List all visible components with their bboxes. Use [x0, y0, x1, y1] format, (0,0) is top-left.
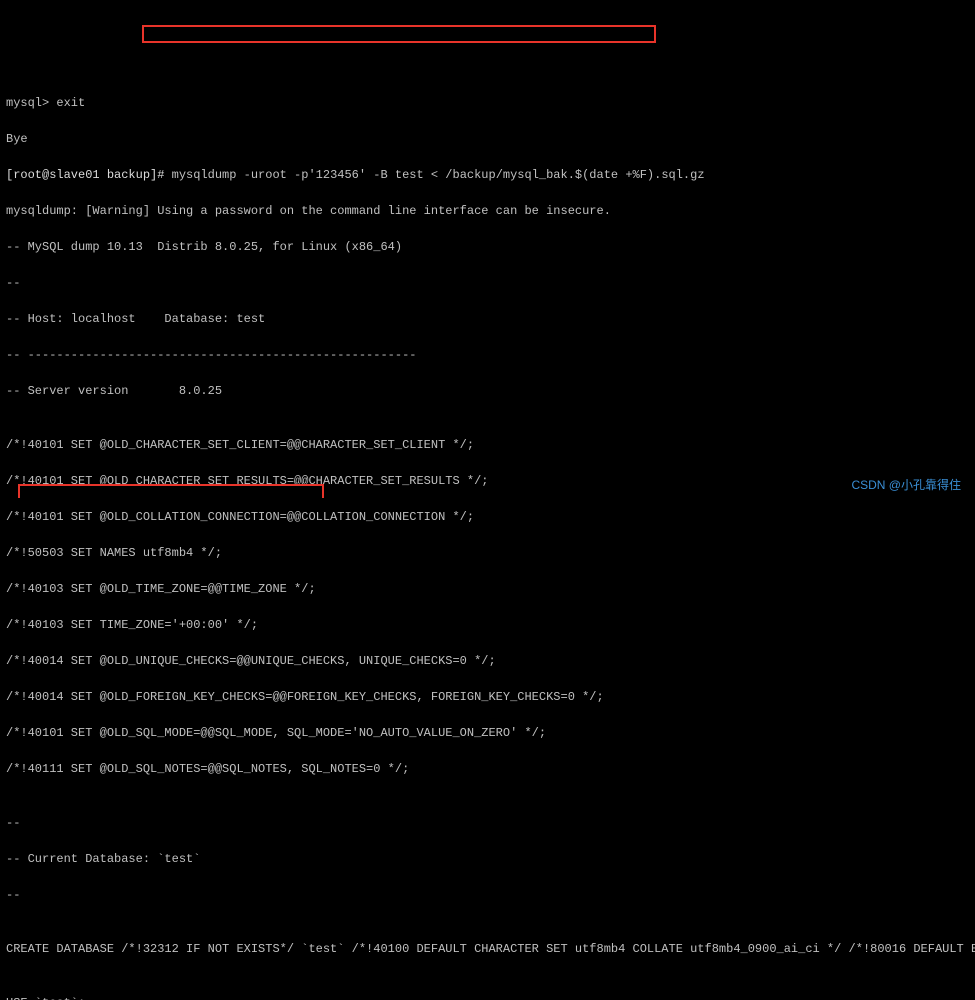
terminal-line: Bye [6, 130, 969, 148]
terminal-line: /*!40103 SET @OLD_TIME_ZONE=@@TIME_ZONE … [6, 580, 969, 598]
terminal-line: /*!40101 SET @OLD_SQL_MODE=@@SQL_MODE, S… [6, 724, 969, 742]
terminal-line: mysqldump: [Warning] Using a password on… [6, 202, 969, 220]
annotation-box-command [142, 25, 656, 43]
terminal-line: -- [6, 274, 969, 292]
terminal-line: /*!50503 SET NAMES utf8mb4 */; [6, 544, 969, 562]
terminal-line: /*!40014 SET @OLD_UNIQUE_CHECKS=@@UNIQUE… [6, 652, 969, 670]
terminal-line: USE `test`; [6, 994, 969, 1000]
terminal-line: -- Current Database: `test` [6, 850, 969, 868]
terminal-line: /*!40101 SET @OLD_COLLATION_CONNECTION=@… [6, 508, 969, 526]
terminal-line: mysql> exit [6, 94, 969, 112]
terminal-line: /*!40111 SET @OLD_SQL_NOTES=@@SQL_NOTES,… [6, 760, 969, 778]
terminal-command-line: [root@slave01 backup]# mysqldump -uroot … [6, 166, 969, 184]
terminal-line: -- Host: localhost Database: test [6, 310, 969, 328]
terminal-line: -- -------------------------------------… [6, 346, 969, 364]
terminal-line: /*!40014 SET @OLD_FOREIGN_KEY_CHECKS=@@F… [6, 688, 969, 706]
terminal-line: /*!40103 SET TIME_ZONE='+00:00' */; [6, 616, 969, 634]
terminal-line: -- MySQL dump 10.13 Distrib 8.0.25, for … [6, 238, 969, 256]
terminal-output[interactable]: mysql> exit Bye [root@slave01 backup]# m… [6, 76, 969, 1000]
shell-prompt: [root@slave01 backup]# [6, 168, 172, 182]
terminal-line: /*!40101 SET @OLD_CHARACTER_SET_RESULTS=… [6, 472, 969, 490]
terminal-line: /*!40101 SET @OLD_CHARACTER_SET_CLIENT=@… [6, 436, 969, 454]
watermark-text: CSDN @小孔靠得住 [845, 458, 961, 494]
terminal-line: CREATE DATABASE /*!32312 IF NOT EXISTS*/… [6, 940, 969, 958]
command-text: mysqldump -uroot -p'123456' -B test < /b… [172, 168, 705, 182]
terminal-line: -- [6, 814, 969, 832]
watermark-label: CSDN @小孔靠得住 [851, 478, 961, 492]
terminal-line: -- [6, 886, 969, 904]
terminal-line: -- Server version 8.0.25 [6, 382, 969, 400]
